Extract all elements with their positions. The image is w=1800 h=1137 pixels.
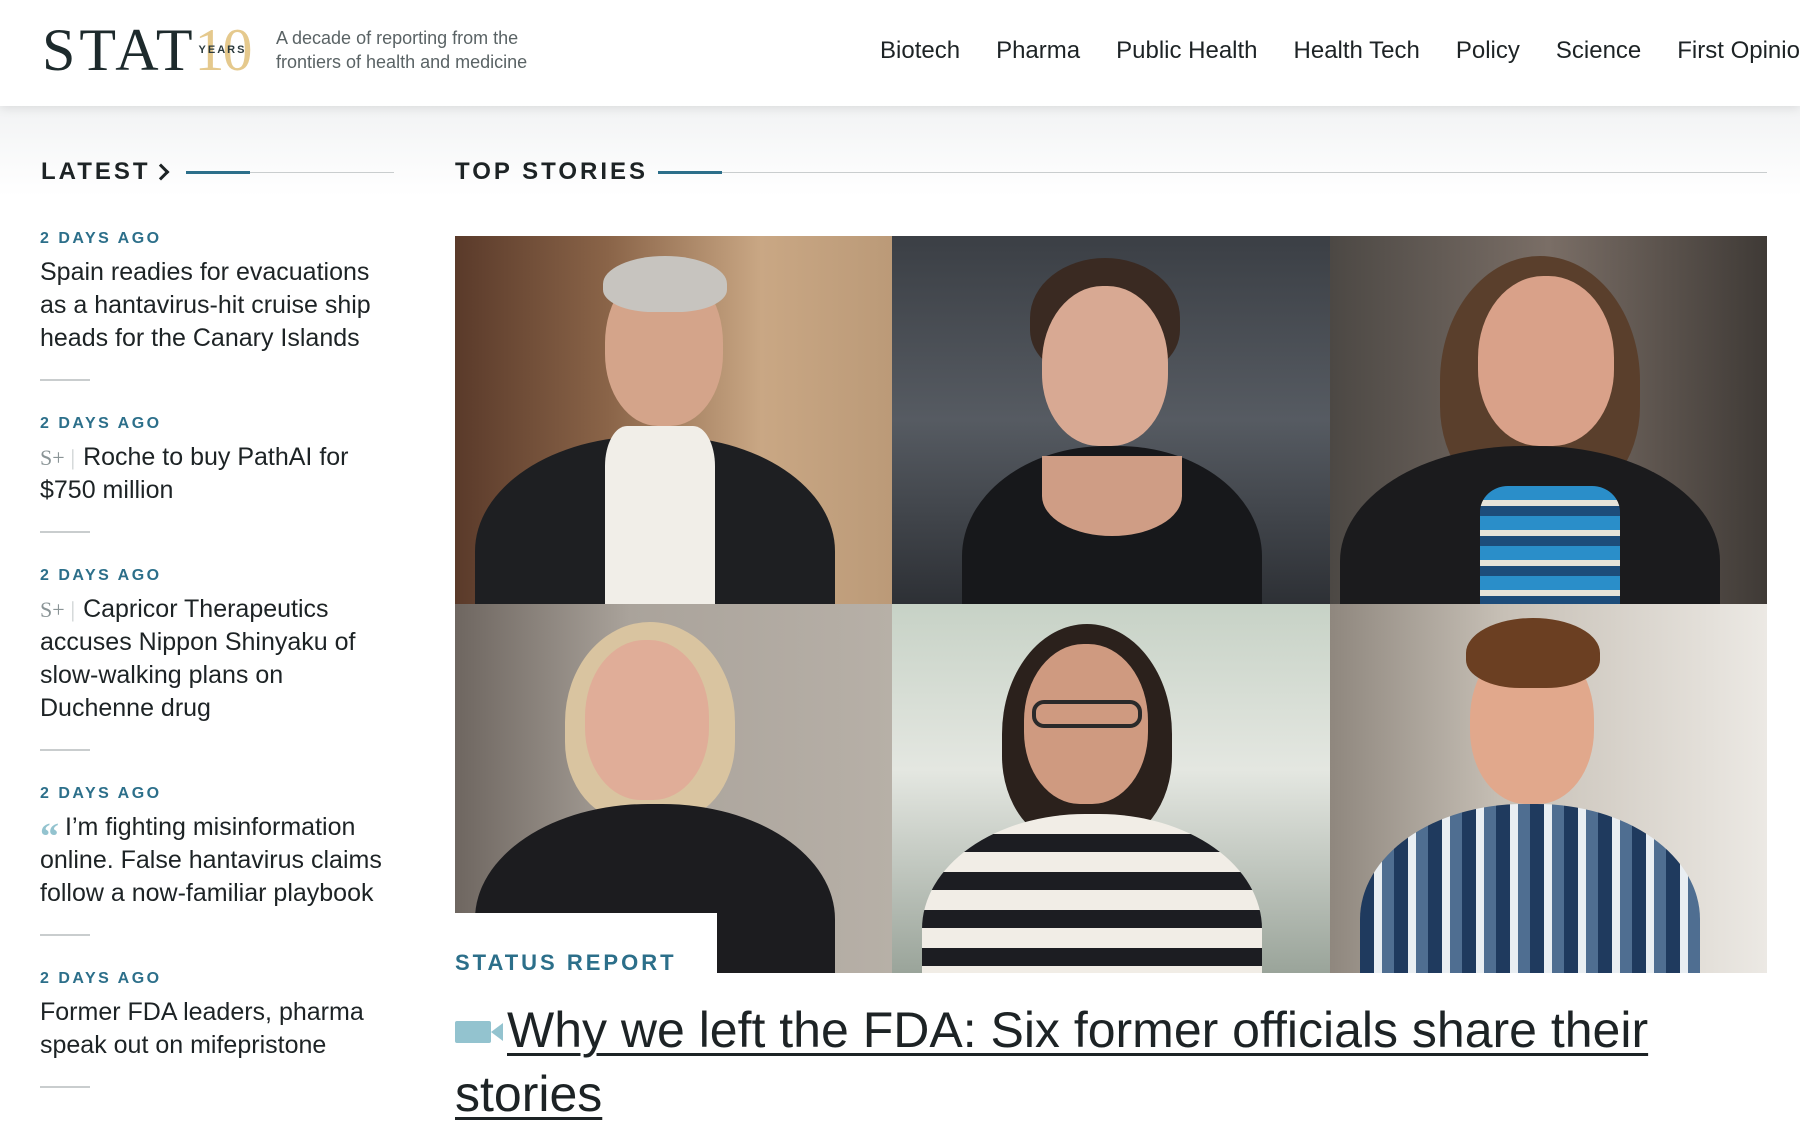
nav-public-health[interactable]: Public Health [1116,34,1257,68]
latest-heading[interactable]: LATEST [41,158,170,186]
latest-list: 2 DAYS AGO Spain readies for evacuations… [40,230,392,1122]
item-title[interactable]: S+ | Roche to buy PathAI for $750 million [40,441,392,507]
divider [40,934,90,936]
divider [40,531,90,533]
quote-icon: “ [40,816,59,858]
top-story-image[interactable] [455,236,1767,973]
divider [40,749,90,751]
logo-wordmark: STAT [42,17,197,83]
portrait-photo [455,236,893,604]
site-tagline: A decade of reporting from the frontiers… [276,28,528,72]
nav-biotech[interactable]: Biotech [880,34,960,68]
logo-anniversary-mark: 10 YEARS [194,17,253,83]
video-icon [455,1021,503,1043]
item-timestamp: 2 DAYS AGO [40,415,162,432]
item-timestamp: 2 DAYS AGO [40,785,162,802]
stat-plus-icon: S+ | [40,597,76,622]
list-item[interactable]: 2 DAYS AGO S+ | Capricor Therapeutics accu… [40,567,392,725]
divider [40,1086,90,1088]
nav-health-tech[interactable]: Health Tech [1294,34,1420,68]
nav-first-opinion[interactable]: First Opinion [1677,34,1800,68]
portrait-photo [1329,236,1767,604]
nav-policy[interactable]: Policy [1456,34,1520,68]
top-stories-heading: TOP STORIES [455,158,648,186]
item-timestamp: 2 DAYS AGO [40,970,162,987]
story-kicker[interactable]: STATUS REPORT [455,950,677,976]
site-header: STAT 10 YEARS A decade of reporting from… [0,0,1800,106]
list-item[interactable]: 2 DAYS AGO S+ | Roche to buy PathAI for $7… [40,415,392,507]
portrait-photo [892,236,1330,604]
nav-pharma[interactable]: Pharma [996,34,1080,68]
list-item[interactable]: 2 DAYS AGO Former FDA leaders, pharma sp… [40,970,392,1062]
item-title[interactable]: “I’m fighting misinformation online. Fal… [40,811,392,910]
item-title[interactable]: Former FDA leaders, pharma speak out on … [40,996,392,1062]
top-story-headline: Why we left the FDA: Six former official… [455,998,1775,1126]
header-shadow-band [0,106,1800,196]
portrait-photo [892,604,1330,973]
list-item[interactable]: 2 DAYS AGO “I’m fighting misinformation … [40,785,392,910]
divider [40,379,90,381]
chevron-right-icon [152,163,170,181]
list-item[interactable]: 2 DAYS AGO Spain readies for evacuations… [40,230,392,355]
top-stories-rule [658,171,1767,174]
item-timestamp: 2 DAYS AGO [40,567,162,584]
item-title[interactable]: S+ | Capricor Therapeutics accuses Nippon … [40,593,392,725]
stat-plus-icon: S+ | [40,445,76,470]
top-story-link[interactable]: Why we left the FDA: Six former official… [455,1002,1648,1122]
portrait-photo [1329,604,1767,973]
latest-rule [186,171,394,174]
stat-logo[interactable]: STAT 10 YEARS [42,17,253,83]
latest-title: LATEST [41,158,151,185]
top-stories-title: TOP STORIES [455,158,649,185]
main-nav: Biotech Pharma Public Health Health Tech… [880,34,1800,68]
item-timestamp: 2 DAYS AGO [40,230,162,247]
item-title[interactable]: Spain readies for evacuations as a hanta… [40,256,392,355]
nav-science[interactable]: Science [1556,34,1641,68]
